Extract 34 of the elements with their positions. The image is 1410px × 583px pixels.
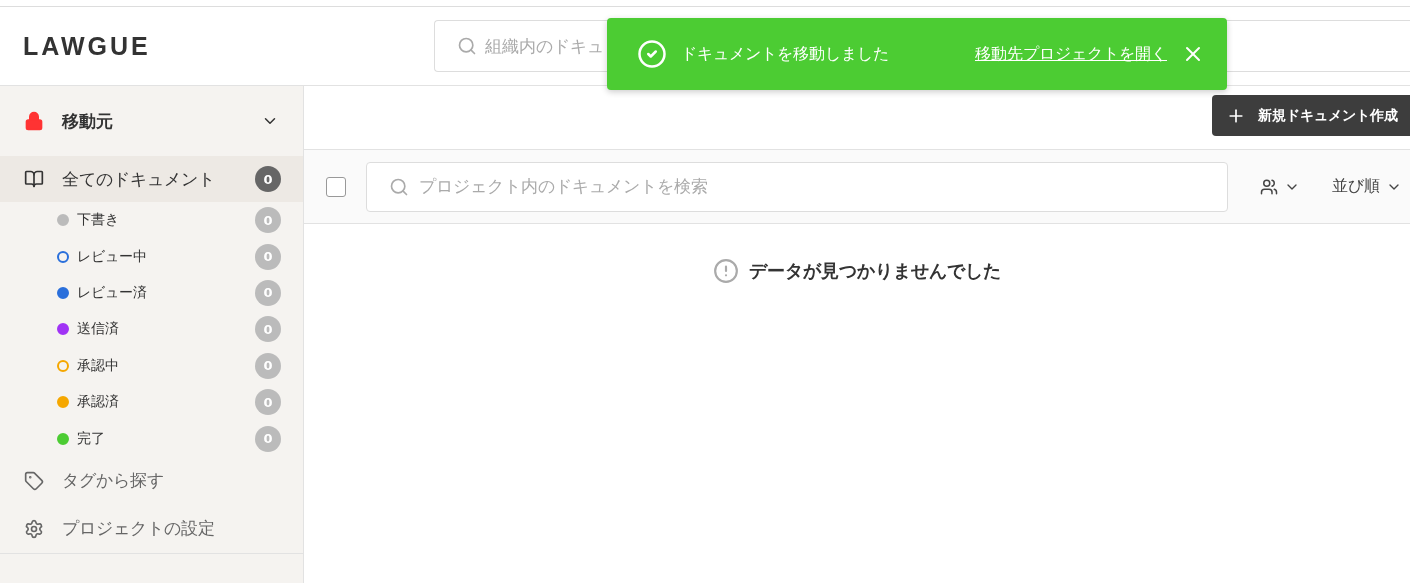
sidebar-item[interactable]: 全てのドキュメント 0 <box>0 156 303 202</box>
count-badge: 0 <box>255 207 281 234</box>
status-item[interactable]: レビュー中 0 <box>0 238 303 275</box>
book-icon <box>24 169 44 189</box>
status-item[interactable]: 送信済 0 <box>0 311 303 348</box>
toast-message: ドキュメントを移動しました <box>681 43 890 65</box>
count-badge: 0 <box>255 166 281 192</box>
checkbox[interactable] <box>326 176 346 197</box>
status-item[interactable]: 下書き 0 <box>0 202 303 239</box>
alert-icon <box>713 258 739 284</box>
count-badge: 0 <box>255 352 281 379</box>
count-badge: 0 <box>255 279 281 306</box>
count-badge: 0 <box>255 316 281 343</box>
section-header[interactable]: 移動元 <box>0 86 303 156</box>
new-document-button[interactable]: 新規ドキュメント作成 <box>1212 95 1410 136</box>
sort-dropdown[interactable]: 並び順 <box>1332 176 1402 197</box>
search-icon <box>457 36 477 56</box>
sidebar-link[interactable]: プロジェクトの設定 <box>0 504 303 554</box>
count-badge: 0 <box>255 389 281 416</box>
count-badge: 0 <box>255 243 281 270</box>
count-badge: 0 <box>255 425 281 452</box>
status-item[interactable]: 承認済 0 <box>0 383 303 421</box>
tag-icon <box>24 470 44 491</box>
settings-icon <box>24 518 44 539</box>
status-item[interactable]: 承認中 0 <box>0 347 303 384</box>
sidebar-link[interactable]: タグから探す <box>0 456 303 505</box>
lock-icon <box>24 111 44 131</box>
people-icon <box>1260 177 1278 196</box>
status-item[interactable]: レビュー済 0 <box>0 274 303 312</box>
status-item[interactable]: 完了 0 <box>0 420 303 457</box>
empty-message: データが見つかりませんでした <box>749 259 1001 283</box>
logo: LAWGUE <box>22 31 152 61</box>
check-icon <box>637 39 667 69</box>
search-icon <box>389 176 409 197</box>
